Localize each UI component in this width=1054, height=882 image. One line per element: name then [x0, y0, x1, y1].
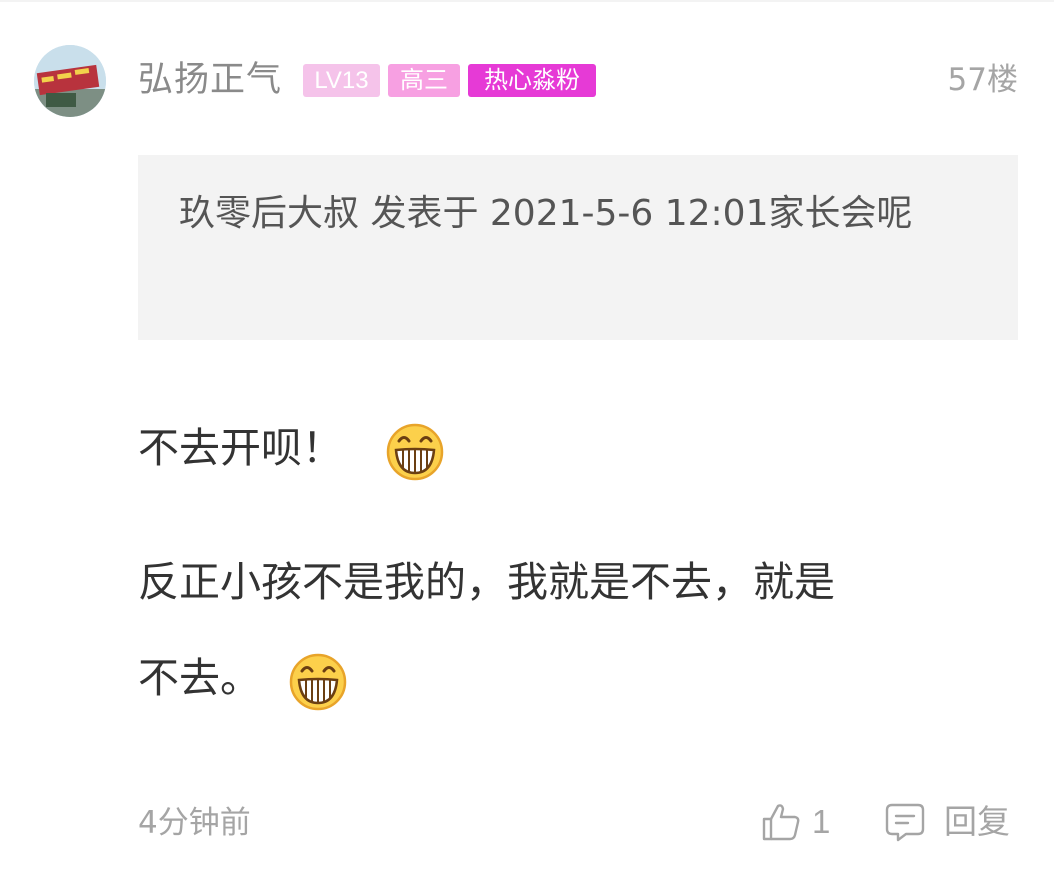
comment-line-1: 不去开呗！ — [138, 424, 343, 472]
quoted-post[interactable]: 玖零后大叔 发表于 2021-5-6 12:01家长会呢 — [138, 155, 1018, 340]
grin-emoji — [386, 423, 444, 481]
comment-line-3: 不去。 — [138, 654, 261, 702]
fan-badge: 热心淼粉 — [468, 64, 596, 97]
comment-line-2: 反正小孩不是我的，我就是不去，就是 — [138, 558, 835, 606]
thumbs-up-icon — [762, 804, 800, 841]
post-time: 4分钟前 — [138, 805, 251, 841]
floor-number: 57楼 — [947, 62, 1018, 98]
username[interactable]: 弘扬正气 — [138, 56, 282, 104]
grade-badge: 高三 — [388, 64, 460, 97]
grin-emoji — [289, 653, 347, 711]
like-count: 1 — [812, 803, 831, 840]
avatar[interactable] — [34, 45, 106, 117]
reply-button[interactable]: 回复 — [884, 801, 1010, 843]
quoted-post-text: 玖零后大叔 发表于 2021-5-6 12:01家长会呢 — [179, 193, 913, 234]
like-button[interactable]: 1 — [760, 801, 830, 843]
reply-label: 回复 — [944, 802, 1010, 841]
comment-bubble-icon — [885, 803, 925, 842]
level-badge: LV13 — [303, 64, 380, 97]
top-divider — [0, 0, 1054, 2]
